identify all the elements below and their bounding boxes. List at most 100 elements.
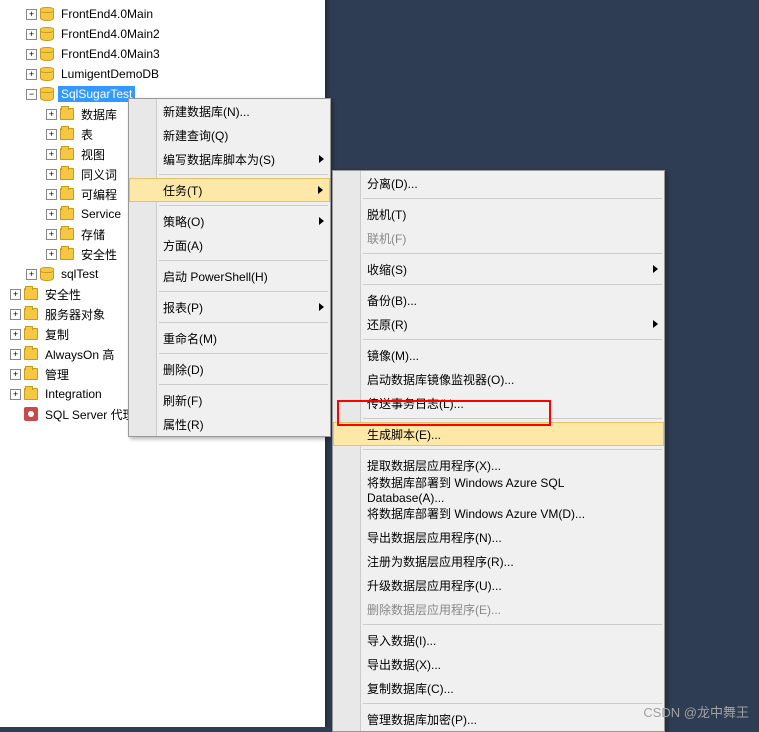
menu-item[interactable]: 方面(A) [129,233,330,257]
menu-item-label: 生成脚本(E)... [367,426,441,443]
tree-node-label[interactable]: sqlTest [58,266,101,282]
menu-item[interactable]: 新建查询(Q) [129,123,330,147]
menu-item[interactable]: 传送事务日志(L)... [333,391,664,415]
expand-toggle[interactable]: + [10,349,21,360]
menu-separator [159,322,328,323]
tree-node-label[interactable]: 安全性 [78,245,120,264]
menu-separator [363,339,662,340]
menu-item-label: 导出数据(X)... [367,656,441,673]
tree-node-label[interactable]: FrontEnd4.0Main3 [58,46,163,62]
menu-item[interactable]: 任务(T) [129,178,330,202]
expand-toggle[interactable]: + [26,69,37,80]
menu-item[interactable]: 属性(R) [129,412,330,436]
tree-node-label[interactable]: 表 [78,125,96,144]
expand-toggle[interactable]: + [46,129,57,140]
menu-item[interactable]: 收缩(S) [333,257,664,281]
expand-toggle[interactable]: + [26,49,37,60]
tree-node-label[interactable]: LumigentDemoDB [58,66,162,82]
tree-node[interactable]: + FrontEnd4.0Main3 [2,44,325,64]
menu-item[interactable]: 导出数据(X)... [333,652,664,676]
menu-item[interactable]: 导入数据(I)... [333,628,664,652]
db-icon [40,87,54,101]
tree-node-label[interactable]: 服务器对象 [42,305,108,324]
menu-item[interactable]: 编写数据库脚本为(S) [129,147,330,171]
expand-toggle[interactable]: + [10,389,21,400]
expand-toggle[interactable]: + [46,169,57,180]
menu-item[interactable]: 脱机(T) [333,202,664,226]
menu-separator [159,260,328,261]
tree-node[interactable]: + LumigentDemoDB [2,64,325,84]
expand-toggle[interactable]: + [10,309,21,320]
tree-node-label[interactable]: AlwaysOn 高 [42,345,117,364]
expand-toggle[interactable]: + [26,9,37,20]
menu-item[interactable]: 生成脚本(E)... [333,422,664,446]
expand-toggle[interactable]: + [46,109,57,120]
tree-node-label[interactable]: 同义词 [78,165,120,184]
menu-item[interactable]: 注册为数据层应用程序(R)... [333,549,664,573]
expand-toggle[interactable]: + [10,289,21,300]
menu-item[interactable]: 将数据库部署到 Windows Azure VM(D)... [333,501,664,525]
expand-toggle[interactable]: + [46,229,57,240]
tree-node-label[interactable]: FrontEnd4.0Main2 [58,26,163,42]
expand-toggle[interactable]: + [10,369,21,380]
tree-node-label[interactable]: 可编程 [78,185,120,204]
expand-toggle[interactable]: + [26,29,37,40]
expand-toggle[interactable]: + [46,209,57,220]
tree-node[interactable]: + FrontEnd4.0Main [2,4,325,24]
tree-node-label[interactable]: 复制 [42,325,72,344]
menu-separator [363,703,662,704]
menu-item[interactable]: 策略(O) [129,209,330,233]
menu-item[interactable]: 启动 PowerShell(H) [129,264,330,288]
expand-toggle[interactable]: − [26,89,37,100]
folder-icon [24,328,38,340]
menu-item[interactable]: 还原(R) [333,312,664,336]
menu-item-label: 刷新(F) [163,392,202,409]
menu-item-label: 启动数据库镜像监视器(O)... [367,371,514,388]
tree-node-label[interactable]: 存储 [78,225,108,244]
expand-toggle[interactable]: + [46,249,57,260]
tree-node-label[interactable]: 数据库 [78,105,120,124]
menu-item[interactable]: 导出数据层应用程序(N)... [333,525,664,549]
menu-item[interactable]: 分离(D)... [333,171,664,195]
menu-item[interactable]: 复制数据库(C)... [333,676,664,700]
menu-item-label: 备份(B)... [367,292,417,309]
agent-icon [24,407,38,421]
menu-item-label: 报表(P) [163,299,203,316]
expand-toggle[interactable]: + [10,329,21,340]
tree-node-label[interactable]: Service [78,206,124,222]
tree-node-label[interactable]: Integration [42,386,105,402]
menu-item[interactable]: 新建数据库(N)... [129,99,330,123]
menu-item-label: 管理数据库加密(P)... [367,711,477,728]
db-icon [40,7,54,21]
menu-item[interactable]: 将数据库部署到 Windows Azure SQL Database(A)... [333,477,664,501]
folder-icon [24,288,38,300]
tree-node[interactable]: + FrontEnd4.0Main2 [2,24,325,44]
menu-item[interactable]: 管理数据库加密(P)... [333,707,664,731]
menu-item[interactable]: 报表(P) [129,295,330,319]
folder-icon [60,248,74,260]
context-menu-primary[interactable]: 新建数据库(N)...新建查询(Q)编写数据库脚本为(S) 任务(T) 策略(O)方… [128,98,331,437]
menu-item[interactable]: 升级数据层应用程序(U)... [333,573,664,597]
menu-item-label: 导出数据层应用程序(N)... [367,529,502,546]
menu-item[interactable]: 重命名(M) [129,326,330,350]
tree-node-label[interactable]: SqlSugarTest [58,86,135,102]
menu-item[interactable]: 镜像(M)... [333,343,664,367]
menu-item-label: 传送事务日志(L)... [367,395,464,412]
tree-node-label[interactable]: 安全性 [42,285,84,304]
tree-node-label[interactable]: 视图 [78,145,108,164]
expand-toggle[interactable]: + [46,149,57,160]
menu-item[interactable]: 刷新(F) [129,388,330,412]
tree-node-label[interactable]: SQL Server 代理 [42,405,138,424]
expand-toggle[interactable]: + [26,269,37,280]
tree-node-label[interactable]: FrontEnd4.0Main [58,6,156,22]
menu-item[interactable]: 启动数据库镜像监视器(O)... [333,367,664,391]
tree-node-label[interactable]: 管理 [42,365,72,384]
menu-item-label: 将数据库部署到 Windows Azure SQL Database(A)... [367,474,644,505]
submenu-arrow-icon [319,303,324,311]
folder-icon [24,308,38,320]
menu-item[interactable]: 删除(D) [129,357,330,381]
submenu-arrow-icon [319,155,324,163]
expand-toggle[interactable]: + [46,189,57,200]
context-menu-tasks[interactable]: 分离(D)...脱机(T)联机(F)收缩(S)备份(B)...还原(R)镜像(M… [332,170,665,732]
menu-item[interactable]: 备份(B)... [333,288,664,312]
